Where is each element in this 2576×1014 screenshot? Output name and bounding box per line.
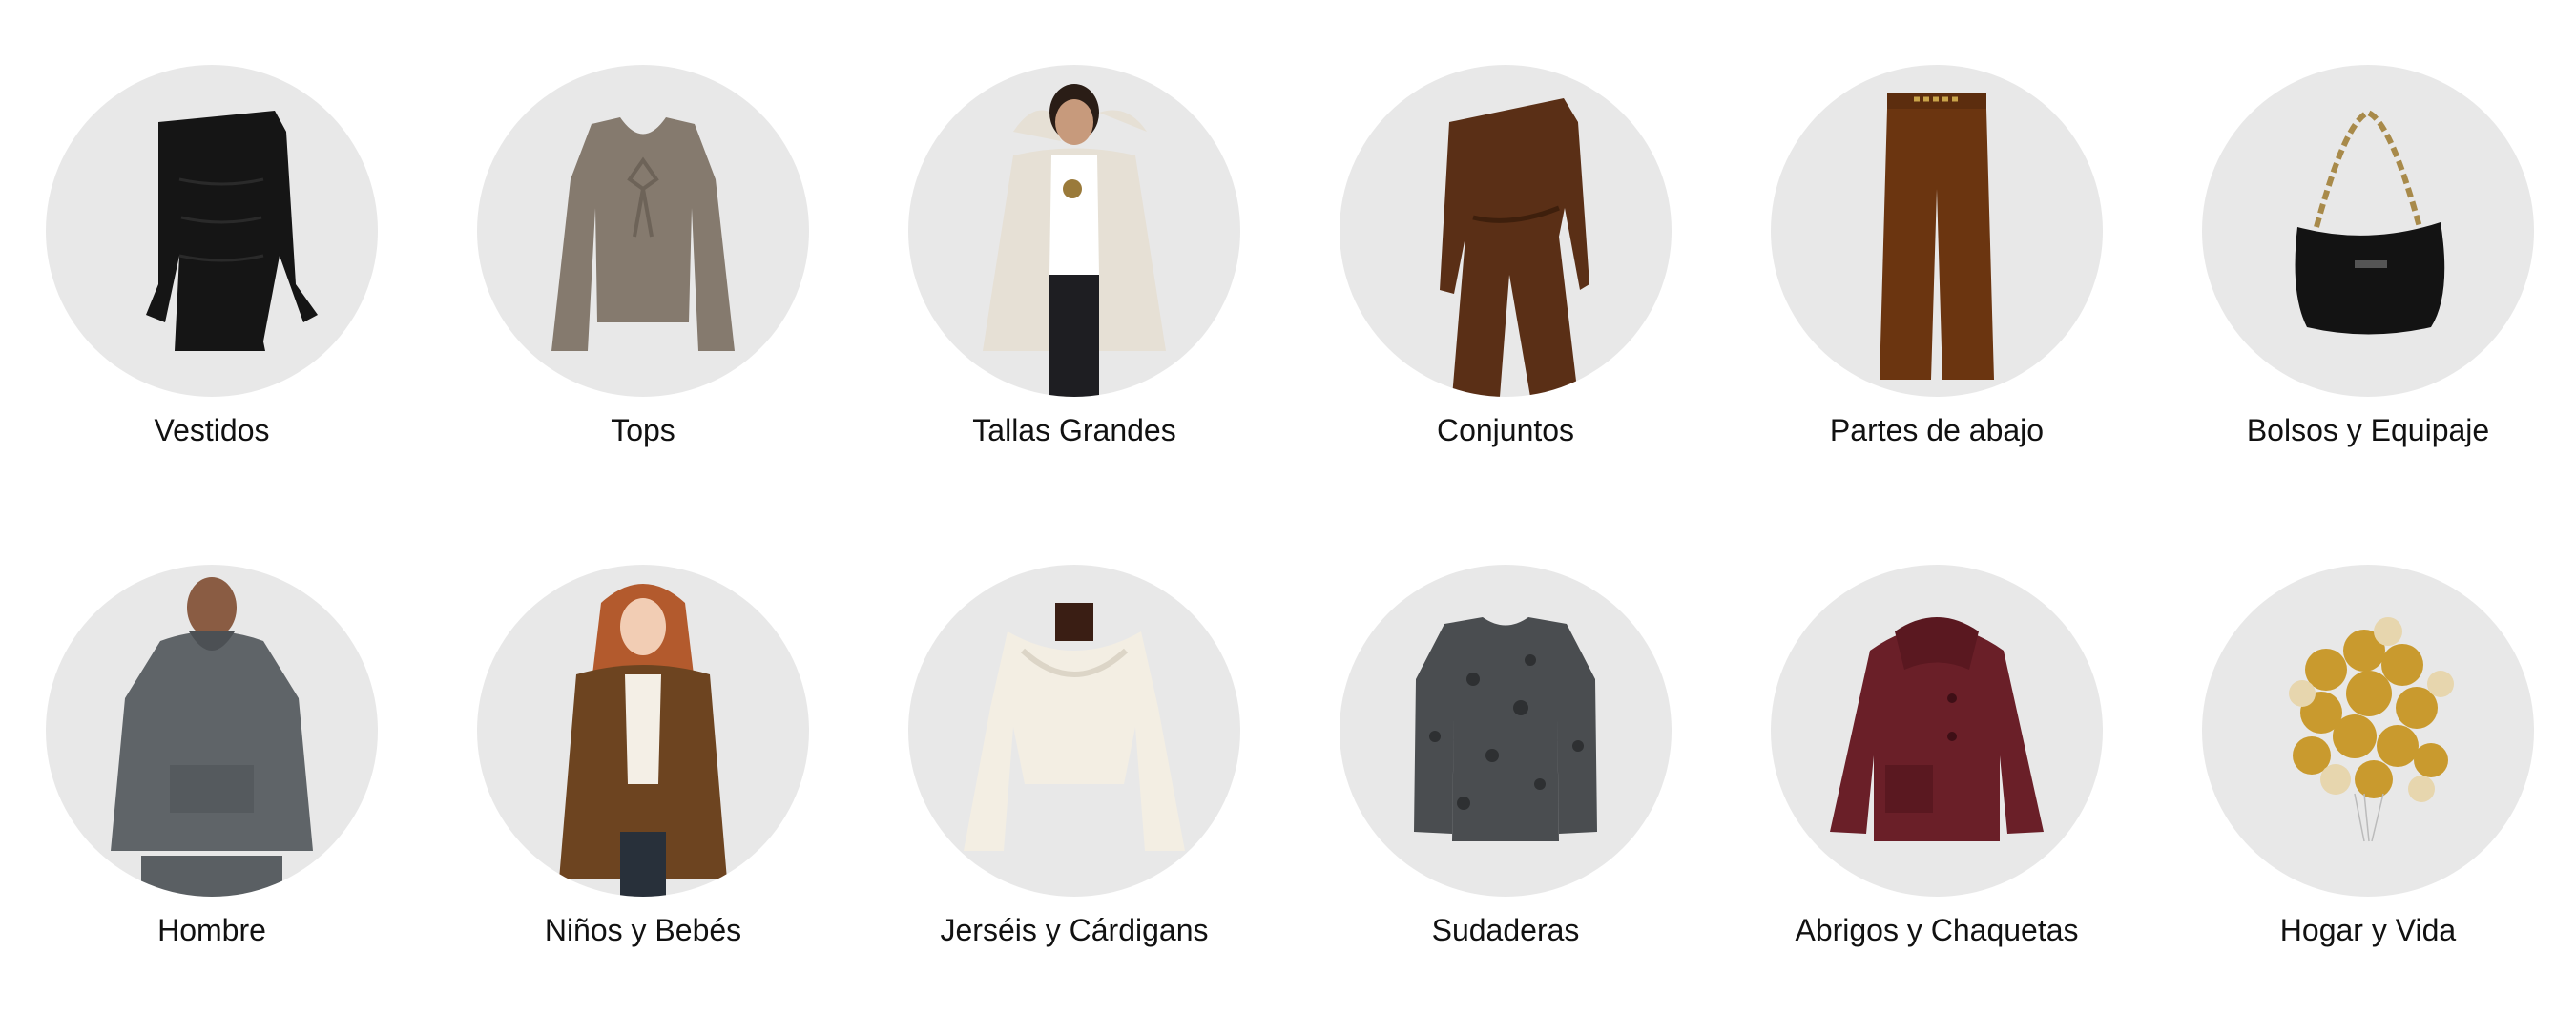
category-label: Vestidos — [154, 413, 270, 447]
category-ninos-y-bebes[interactable]: Niños y Bebés — [477, 565, 809, 948]
category-label: Niños y Bebés — [544, 913, 742, 947]
category-grid: Vestidos Tops Tallas Grandes Conjuntos P… — [46, 65, 2536, 948]
dress-icon[interactable] — [46, 65, 378, 397]
category-hombre[interactable]: Hombre — [46, 565, 378, 948]
balloons-icon[interactable] — [2202, 565, 2534, 897]
category-label: Sudaderas — [1431, 913, 1580, 947]
category-jerseis-y-cardigans[interactable]: Jerséis y Cárdigans — [908, 565, 1240, 948]
category-label: Hogar y Vida — [2279, 913, 2457, 947]
men-hoodie-icon[interactable] — [46, 565, 378, 897]
sweatshirt-icon[interactable] — [1340, 565, 1672, 897]
category-tallas-grandes[interactable]: Tallas Grandes — [908, 65, 1240, 448]
category-label: Tops — [611, 413, 675, 447]
category-sudaderas[interactable]: Sudaderas — [1340, 565, 1672, 948]
plus-size-model-icon[interactable] — [908, 65, 1240, 397]
category-bolsos-y-equipaje[interactable]: Bolsos y Equipaje — [2202, 65, 2534, 448]
category-label: Hombre — [157, 913, 266, 947]
blouse-icon[interactable] — [477, 65, 809, 397]
jumpsuit-icon[interactable] — [1340, 65, 1672, 397]
category-abrigos-y-chaquetas[interactable]: Abrigos y Chaquetas — [1771, 565, 2103, 948]
kids-jacket-icon[interactable] — [477, 565, 809, 897]
category-label: Bolsos y Equipaje — [2246, 413, 2490, 447]
category-conjuntos[interactable]: Conjuntos — [1340, 65, 1672, 448]
category-label: Tallas Grandes — [972, 413, 1176, 447]
category-label: Jerséis y Cárdigans — [940, 913, 1209, 947]
trousers-icon[interactable] — [1771, 65, 2103, 397]
category-label: Partes de abajo — [1829, 413, 2045, 447]
category-label: Conjuntos — [1436, 413, 1575, 447]
handbag-icon[interactable] — [2202, 65, 2534, 397]
category-hogar-y-vida[interactable]: Hogar y Vida — [2202, 565, 2534, 948]
category-tops[interactable]: Tops — [477, 65, 809, 448]
category-vestidos[interactable]: Vestidos — [46, 65, 378, 448]
category-label: Abrigos y Chaquetas — [1795, 913, 2079, 947]
sweater-icon[interactable] — [908, 565, 1240, 897]
category-partes-de-abajo[interactable]: Partes de abajo — [1771, 65, 2103, 448]
coat-icon[interactable] — [1771, 565, 2103, 897]
